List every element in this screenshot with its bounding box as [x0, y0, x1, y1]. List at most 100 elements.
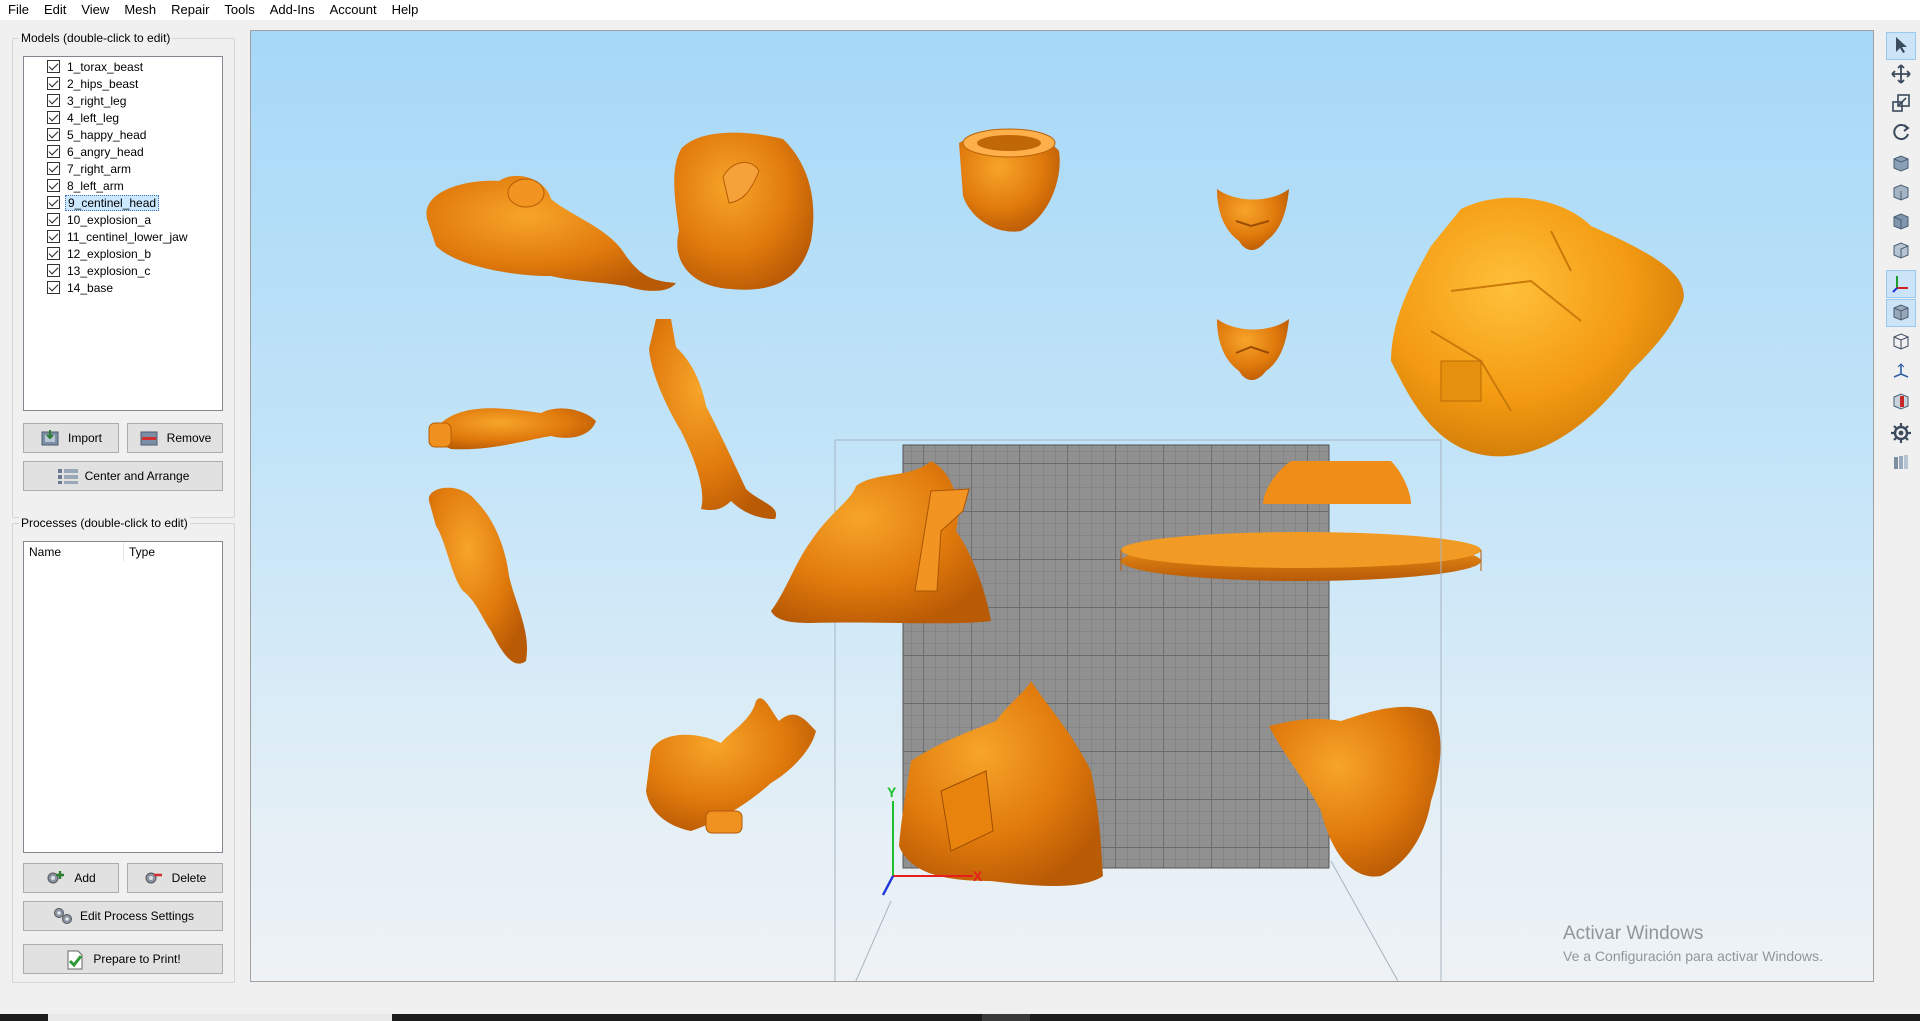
remove-button[interactable]: Remove [127, 423, 223, 453]
model-label: 6_angry_head [67, 144, 144, 159]
taskbar [0, 1014, 1920, 1021]
menu-file[interactable]: File [0, 0, 36, 20]
model-row[interactable]: 6_angry_head [24, 143, 222, 160]
model-row[interactable]: 2_hips_beast [24, 75, 222, 92]
model-checkbox[interactable] [47, 77, 60, 90]
model-checkbox[interactable] [47, 128, 60, 141]
model-label: 12_explosion_b [67, 246, 152, 261]
watermark-title: Activar Windows [1563, 923, 1704, 944]
menu-edit[interactable]: Edit [36, 0, 73, 20]
cross-section-icon [1891, 391, 1911, 414]
processes-group: Processes (double-click to edit) Name Ty… [12, 516, 235, 983]
view-front-tool[interactable] [1886, 150, 1916, 178]
model-checkbox[interactable] [47, 230, 60, 243]
model-row[interactable]: 5_happy_head [24, 126, 222, 143]
layers-tool[interactable] [1886, 449, 1916, 477]
axes-toggle[interactable] [1886, 270, 1916, 298]
view-back-icon [1891, 182, 1911, 205]
model-checkbox[interactable] [47, 213, 60, 226]
add-process-button[interactable]: Add [23, 863, 119, 893]
model-row[interactable]: 7_right_arm [24, 160, 222, 177]
wireframe-toggle[interactable] [1886, 328, 1916, 356]
view-left-tool[interactable] [1886, 208, 1916, 236]
layers-icon [1891, 452, 1911, 475]
model-left-leg [428, 487, 528, 664]
menu-tools[interactable]: Tools [216, 0, 261, 20]
import-icon [40, 429, 60, 447]
menu-view[interactable]: View [73, 0, 116, 20]
model-row[interactable]: 3_right_leg [24, 92, 222, 109]
model-row[interactable]: 1_torax_beast [24, 58, 222, 75]
menu-help[interactable]: Help [384, 0, 426, 20]
model-label: 3_right_leg [67, 93, 127, 108]
import-button[interactable]: Import [23, 423, 119, 453]
model-row-selected[interactable]: 9_centinel_head [24, 194, 222, 211]
model-row[interactable]: 14_base [24, 279, 222, 296]
model-label: 5_happy_head [67, 127, 147, 142]
prepare-to-print-button[interactable]: Prepare to Print! [23, 944, 223, 974]
model-label: 7_right_arm [67, 161, 132, 176]
right-toolbar [1882, 20, 1920, 1010]
model-checkbox[interactable] [47, 281, 60, 294]
solid-view-icon [1891, 302, 1911, 325]
select-tool[interactable] [1886, 32, 1916, 60]
model-checkbox[interactable] [47, 111, 60, 124]
model-checkbox[interactable] [47, 179, 60, 192]
prepare-print-icon [65, 950, 85, 970]
axes-icon [1891, 273, 1911, 296]
model-right-leg [428, 408, 596, 450]
move-icon [1891, 63, 1911, 87]
menu-repair[interactable]: Repair [163, 0, 216, 20]
model-checkbox[interactable] [47, 94, 60, 107]
settings-tool[interactable] [1886, 420, 1916, 448]
model-row[interactable]: 8_left_arm [24, 177, 222, 194]
3d-viewport[interactable]: Y X Activar Windows Ve a Configuración p… [250, 30, 1874, 982]
delete-icon [144, 869, 164, 887]
taskbar-item[interactable] [48, 1014, 392, 1021]
center-arrange-button[interactable]: Center and Arrange [23, 461, 223, 491]
model-row[interactable]: 11_centinel_lower_jaw [24, 228, 222, 245]
view-back-tool[interactable] [1886, 179, 1916, 207]
model-angry-head [1217, 319, 1289, 380]
processes-list[interactable]: Name Type [23, 541, 223, 853]
models-group: Models (double-click to edit) 1_torax_be… [12, 31, 235, 518]
model-checkbox[interactable] [47, 145, 60, 158]
center-arrange-label: Center and Arrange [84, 469, 190, 483]
model-label: 2_hips_beast [67, 76, 139, 91]
move-tool[interactable] [1886, 61, 1916, 89]
view-right-tool[interactable] [1886, 237, 1916, 265]
column-type[interactable]: Type [124, 543, 222, 561]
taskbar-item[interactable] [982, 1014, 1030, 1021]
scale-tool[interactable] [1886, 90, 1916, 118]
menu-account[interactable]: Account [322, 0, 384, 20]
view-front-icon [1891, 153, 1911, 176]
model-label: 8_left_arm [67, 178, 124, 193]
model-torax-beast [426, 175, 676, 291]
solid-view-toggle[interactable] [1886, 299, 1916, 327]
delete-process-button[interactable]: Delete [127, 863, 223, 893]
processes-header: Name Type [24, 542, 222, 562]
model-label: 10_explosion_a [67, 212, 152, 227]
cross-section-toggle[interactable] [1886, 388, 1916, 416]
model-checkbox[interactable] [47, 162, 60, 175]
model-checkbox[interactable] [47, 60, 60, 73]
edit-process-settings-button[interactable]: Edit Process Settings [23, 901, 223, 931]
rotate-tool[interactable] [1886, 119, 1916, 147]
model-hips-beast [674, 132, 814, 290]
watermark-subtitle: Ve a Configuración para activar Windows. [1563, 948, 1823, 964]
column-name[interactable]: Name [24, 543, 124, 561]
model-row[interactable]: 12_explosion_b [24, 245, 222, 262]
model-label: 1_torax_beast [67, 59, 144, 74]
model-row[interactable]: 13_explosion_c [24, 262, 222, 279]
models-group-title: Models (double-click to edit) [19, 31, 173, 45]
model-label: 9_centinel_head [65, 194, 160, 211]
build-volume-toggle[interactable] [1886, 357, 1916, 385]
model-checkbox[interactable] [47, 247, 60, 260]
menu-add-ins[interactable]: Add-Ins [262, 0, 322, 20]
model-checkbox[interactable] [47, 196, 60, 209]
menu-mesh[interactable]: Mesh [116, 0, 163, 20]
model-row[interactable]: 10_explosion_a [24, 211, 222, 228]
model-row[interactable]: 4_left_leg [24, 109, 222, 126]
model-checkbox[interactable] [47, 264, 60, 277]
models-list[interactable]: 1_torax_beast 2_hips_beast 3_right_leg 4… [23, 56, 223, 411]
